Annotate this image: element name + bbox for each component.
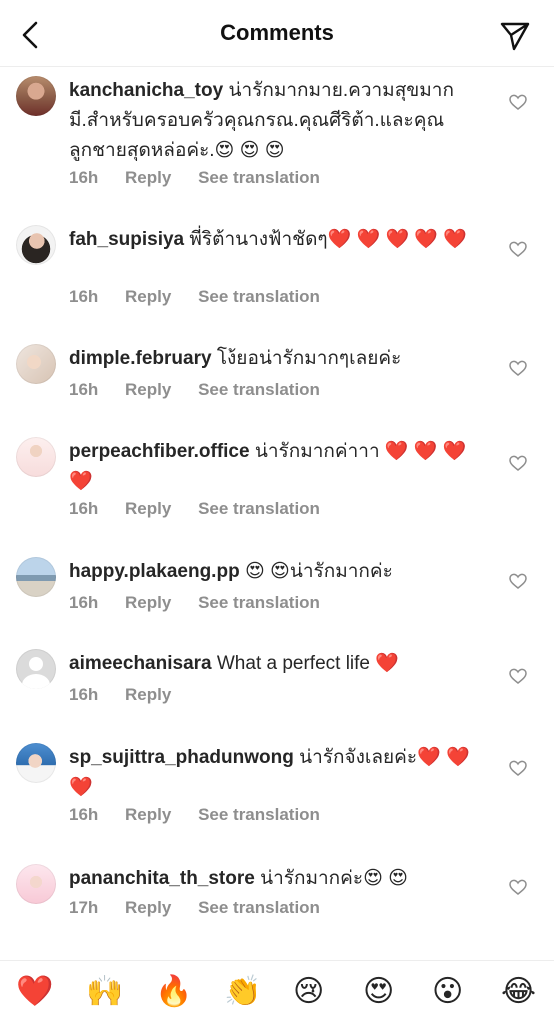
reply-button[interactable]: Reply: [125, 805, 171, 824]
comment-meta: 16h Reply: [69, 685, 193, 705]
comment-username[interactable]: fah_supisiya: [69, 229, 184, 250]
comment-body: โง้ยอน่ารักมากๆเลยค่ะ: [211, 348, 402, 369]
heart-outline-icon[interactable]: [508, 571, 528, 591]
reply-button[interactable]: Reply: [125, 287, 171, 306]
comment-time: 17h: [69, 898, 99, 917]
avatar[interactable]: [16, 557, 56, 597]
see-translation-button[interactable]: See translation: [198, 380, 320, 399]
crying-emoji-button[interactable]: 😢: [293, 975, 324, 1009]
comment-text-block: kanchanicha_toy น่ารักมากมาย.ความสุขมากม…: [69, 76, 479, 166]
comment-username[interactable]: happy.plakaeng.pp: [69, 561, 240, 582]
comment-time: 16h: [69, 685, 99, 704]
comment-body: 😍 😍น่ารักมากค่ะ: [239, 561, 393, 582]
header: Comments: [0, 0, 554, 67]
heart-outline-icon[interactable]: [508, 453, 528, 473]
comment-meta: 16h Reply See translation: [69, 499, 342, 519]
reply-button[interactable]: Reply: [125, 593, 171, 612]
see-translation-button[interactable]: See translation: [198, 898, 320, 917]
comment-username[interactable]: pananchita_th_store: [69, 868, 255, 889]
clapping-emoji-button[interactable]: 👏: [224, 975, 261, 1009]
comment-body: พี่ริต้านางฟ้าชัดๆ❤️ ❤️ ❤️ ❤️ ❤️: [184, 229, 468, 250]
heart-outline-icon[interactable]: [508, 877, 528, 897]
comment-meta: 16h Reply See translation: [69, 287, 342, 307]
heart-outline-icon[interactable]: [508, 358, 528, 378]
avatar[interactable]: [16, 743, 56, 783]
reply-button[interactable]: Reply: [125, 380, 171, 399]
avatar[interactable]: [16, 437, 56, 477]
reply-button[interactable]: Reply: [125, 685, 171, 704]
comment-time: 16h: [69, 168, 99, 187]
reply-button[interactable]: Reply: [125, 898, 171, 917]
comment-text-block: fah_supisiya พี่ริต้านางฟ้าชัดๆ❤️ ❤️ ❤️ …: [69, 225, 479, 255]
send-paper-plane-icon[interactable]: [498, 18, 532, 52]
comment-meta: 16h Reply See translation: [69, 805, 342, 825]
comment-username[interactable]: sp_sujittra_phadunwong: [69, 747, 294, 768]
see-translation-button[interactable]: See translation: [198, 805, 320, 824]
heart-outline-icon[interactable]: [508, 666, 528, 686]
heart-emoji-button[interactable]: ❤️: [16, 975, 53, 1009]
see-translation-button[interactable]: See translation: [198, 168, 320, 187]
comment-time: 16h: [69, 805, 99, 824]
page-title: Comments: [220, 20, 334, 45]
comment-body: What a perfect life ❤️: [211, 653, 399, 674]
comment-text-block: sp_sujittra_phadunwong น่ารักจังเลยค่ะ❤️…: [69, 743, 479, 803]
comment-username[interactable]: perpeachfiber.office: [69, 441, 250, 462]
comment-time: 16h: [69, 380, 99, 399]
emoji-reaction-bar: ❤️ 🙌 🔥 👏 😢 😍 😮 😂: [0, 960, 554, 1025]
reply-button[interactable]: Reply: [125, 168, 171, 187]
laughing-emoji-button[interactable]: 😂: [501, 975, 536, 1009]
fire-emoji-button[interactable]: 🔥: [155, 975, 192, 1009]
comment-time: 16h: [69, 593, 99, 612]
comment-body: น่ารักมากค่ะ😍 😍: [254, 868, 408, 889]
avatar[interactable]: [16, 344, 56, 384]
comment-time: 16h: [69, 499, 99, 518]
comment-meta: 16h Reply See translation: [69, 168, 342, 188]
comment-text-block: aimeechanisara What a perfect life ❤️: [69, 649, 479, 679]
heart-outline-icon[interactable]: [508, 92, 528, 112]
comment-meta: 16h Reply See translation: [69, 593, 342, 613]
comment-text-block: pananchita_th_store น่ารักมากค่ะ😍 😍: [69, 864, 479, 894]
heart-outline-icon[interactable]: [508, 239, 528, 259]
comment-username[interactable]: kanchanicha_toy: [69, 80, 223, 101]
heart-eyes-emoji-button[interactable]: 😍: [363, 975, 394, 1009]
default-avatar[interactable]: [16, 649, 56, 689]
comment-text-block: happy.plakaeng.pp 😍 😍น่ารักมากค่ะ: [69, 557, 479, 587]
heart-outline-icon[interactable]: [508, 758, 528, 778]
comment-text-block: dimple.february โง้ยอน่ารักมากๆเลยค่ะ: [69, 344, 479, 374]
comment-time: 16h: [69, 287, 99, 306]
comment-meta: 17h Reply See translation: [69, 898, 342, 918]
see-translation-button[interactable]: See translation: [198, 593, 320, 612]
see-translation-button[interactable]: See translation: [198, 287, 320, 306]
avatar[interactable]: [16, 76, 56, 116]
avatar[interactable]: [16, 225, 56, 265]
comment-meta: 16h Reply See translation: [69, 380, 342, 400]
comment-username[interactable]: aimeechanisara: [69, 653, 212, 674]
surprised-emoji-button[interactable]: 😮: [432, 975, 463, 1009]
raising-hands-emoji-button[interactable]: 🙌: [86, 975, 123, 1009]
reply-button[interactable]: Reply: [125, 499, 171, 518]
comment-text-block: perpeachfiber.office น่ารักมากค่าาา ❤️ ❤…: [69, 437, 479, 497]
comment-username[interactable]: dimple.february: [69, 348, 212, 369]
see-translation-button[interactable]: See translation: [198, 499, 320, 518]
avatar[interactable]: [16, 864, 56, 904]
